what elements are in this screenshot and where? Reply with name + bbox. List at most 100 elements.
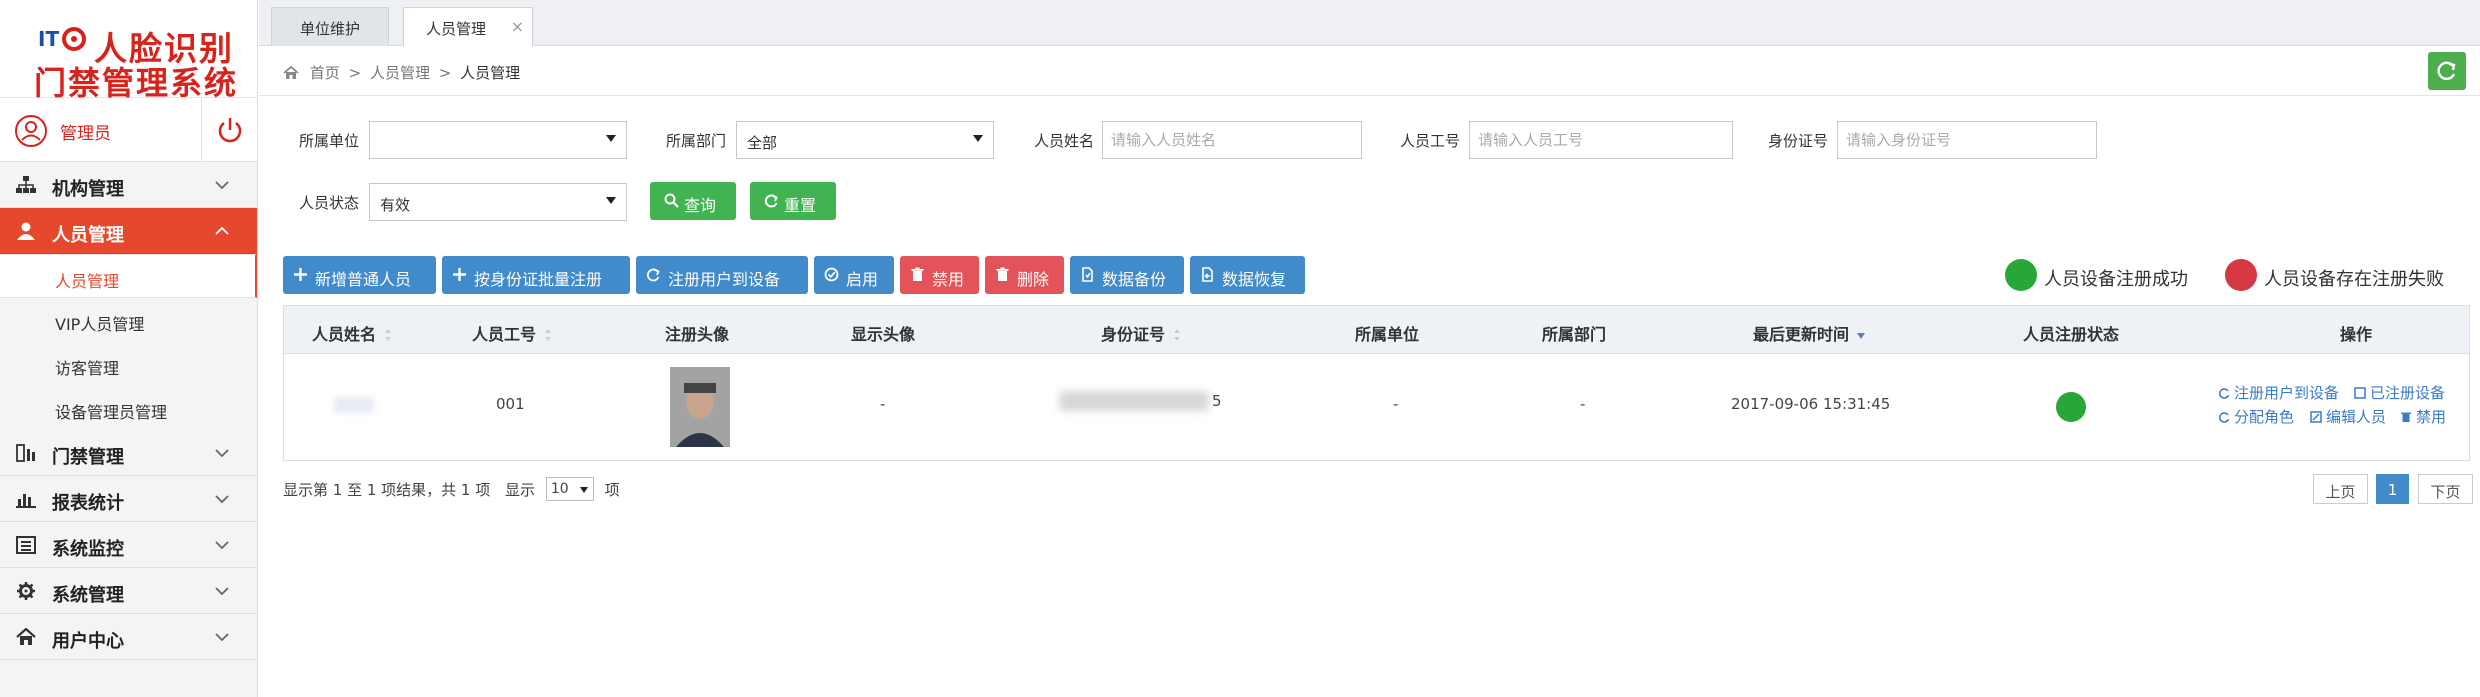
- col-reg-status: 人员注册状态: [2023, 325, 2120, 344]
- check-circle-icon: [824, 267, 839, 282]
- status-select-value: 有效: [380, 196, 411, 214]
- nav-label: 人员管理: [52, 225, 124, 246]
- user-avatar-icon[interactable]: [14, 114, 48, 148]
- tab-label: 人员管理: [425, 20, 486, 38]
- chevron-up-icon: [215, 226, 229, 235]
- page-length-unit: 项: [604, 481, 620, 499]
- empno-input[interactable]: [1469, 121, 1733, 159]
- chevron-down-icon: [215, 633, 229, 642]
- nav-label: 系统管理: [52, 585, 124, 606]
- backup-label: 数据备份: [1102, 270, 1167, 289]
- nav-label: 机构管理: [52, 179, 124, 200]
- register-device-button[interactable]: 注册用户到设备: [636, 256, 808, 294]
- op-edit-person[interactable]: 编辑人员: [2310, 406, 2386, 427]
- breadcrumb-bar: 首页 > 人员管理 > 人员管理: [259, 46, 2480, 96]
- col-updated[interactable]: 最后更新时间: [1753, 321, 1866, 345]
- dept-select[interactable]: 全部: [736, 121, 994, 159]
- square-icon: [2354, 387, 2366, 399]
- subnav-vip-personnel[interactable]: VIP人员管理: [0, 298, 257, 342]
- chevron-down-icon: [215, 449, 229, 458]
- reset-button[interactable]: 重置: [750, 182, 836, 220]
- cell-empno: 001: [496, 395, 525, 413]
- breadcrumb-parent[interactable]: 人员管理: [370, 64, 430, 82]
- breadcrumb: 首页 > 人员管理 > 人员管理: [283, 62, 520, 83]
- col-empno[interactable]: 人员工号: [472, 321, 552, 345]
- next-page-button[interactable]: 下页: [2418, 474, 2473, 504]
- trash-icon: [2401, 412, 2411, 422]
- person-icon: [17, 222, 35, 240]
- prev-page-button[interactable]: 上页: [2313, 474, 2368, 504]
- batch-register-button[interactable]: 按身份证批量注册: [442, 256, 630, 294]
- col-idcard[interactable]: 身份证号: [1101, 321, 1181, 345]
- power-icon[interactable]: [214, 114, 246, 146]
- nav-label: 门禁管理: [52, 447, 124, 468]
- batch-register-label: 按身份证批量注册: [474, 270, 603, 289]
- breadcrumb-home[interactable]: 首页: [310, 64, 340, 82]
- op-registered-devices[interactable]: 已注册设备: [2354, 382, 2445, 403]
- nav-user-center[interactable]: 用户中心: [0, 614, 257, 660]
- document-icon: [1082, 267, 1093, 282]
- personnel-submenu: 人员管理 VIP人员管理 访客管理 设备管理员管理: [0, 254, 257, 430]
- breadcrumb-current: 人员管理: [460, 64, 521, 82]
- reset-icon: [764, 194, 778, 208]
- person-photo: [670, 367, 730, 447]
- restore-button[interactable]: 数据恢复: [1190, 256, 1305, 294]
- nav-org-management[interactable]: 机构管理: [0, 162, 257, 208]
- empno-label: 人员工号: [1400, 132, 1461, 150]
- door-icon: [16, 444, 35, 462]
- col-actions: 操作: [2340, 325, 2373, 344]
- refresh-icon: [2219, 388, 2230, 399]
- backup-button[interactable]: 数据备份: [1070, 256, 1184, 294]
- enable-button[interactable]: 启用: [814, 256, 894, 294]
- op-disable[interactable]: 禁用: [2400, 406, 2446, 427]
- idcard-input[interactable]: [1837, 121, 2097, 159]
- caret-down-icon: [606, 197, 616, 204]
- monitor-icon: [16, 536, 36, 554]
- nav-system-monitor[interactable]: 系统监控: [0, 522, 257, 568]
- close-icon[interactable]: ×: [511, 17, 524, 36]
- add-person-label: 新增普通人员: [315, 270, 412, 289]
- unit-select[interactable]: [369, 121, 627, 159]
- tab-personnel-management[interactable]: 人员管理 ×: [403, 7, 533, 47]
- subnav-label: 设备管理员管理: [55, 403, 168, 422]
- op-register-device[interactable]: 注册用户到设备: [2218, 382, 2339, 403]
- subnav-label: 人员管理: [55, 272, 120, 291]
- disable-button[interactable]: 禁用: [900, 256, 979, 294]
- delete-button[interactable]: 删除: [985, 256, 1064, 294]
- nav-system-management[interactable]: 系统管理: [0, 568, 257, 614]
- col-reg-photo: 注册头像: [665, 325, 730, 344]
- face-thumbnail: [670, 367, 730, 447]
- breadcrumb-sep: >: [348, 64, 362, 82]
- enable-label: 启用: [846, 270, 879, 289]
- dept-label: 所属部门: [666, 132, 727, 150]
- plus-icon: [453, 268, 466, 281]
- page-length-value: 10: [550, 481, 569, 497]
- op-assign-role[interactable]: 分配角色: [2218, 406, 2294, 427]
- nav-access-control[interactable]: 门禁管理: [0, 430, 257, 476]
- add-person-button[interactable]: 新增普通人员: [283, 256, 436, 294]
- page-1-button[interactable]: 1: [2376, 474, 2409, 504]
- status-select[interactable]: 有效: [369, 183, 627, 221]
- search-button[interactable]: 查询: [650, 182, 736, 220]
- next-page-label: 下页: [2430, 483, 2461, 501]
- page-length-select[interactable]: 10: [545, 477, 594, 501]
- brand-logo: IT 人脸识别 门禁管理系统: [0, 0, 257, 102]
- name-input[interactable]: [1102, 121, 1362, 159]
- sort-icon: [385, 329, 392, 341]
- plus-icon: [294, 268, 307, 281]
- user-name[interactable]: 管理员: [60, 119, 111, 144]
- subnav-label: VIP人员管理: [55, 315, 145, 334]
- nav-personnel-management[interactable]: 人员管理: [0, 208, 257, 254]
- subnav-visitor[interactable]: 访客管理: [0, 342, 257, 386]
- home-icon: [16, 628, 36, 645]
- dept-select-value: 全部: [747, 134, 778, 152]
- subnav-device-admin[interactable]: 设备管理员管理: [0, 386, 257, 430]
- refresh-button[interactable]: [2428, 52, 2466, 90]
- tab-unit-maintenance[interactable]: 单位维护: [271, 7, 389, 46]
- unit-label: 所属单位: [299, 132, 360, 150]
- nav-reports[interactable]: 报表统计: [0, 476, 257, 522]
- subnav-personnel[interactable]: 人员管理: [0, 254, 257, 298]
- delete-label: 删除: [1017, 270, 1050, 289]
- table-header: 人员姓名 人员工号 注册头像 显示头像 身份证号 所属单位 所属部门 最后更新时…: [284, 306, 2469, 354]
- col-name[interactable]: 人员姓名: [312, 321, 392, 345]
